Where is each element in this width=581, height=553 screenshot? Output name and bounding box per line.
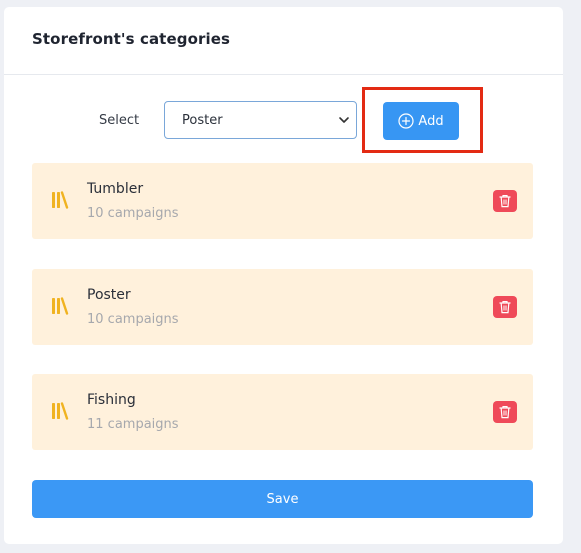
plus-circle-icon — [398, 113, 415, 129]
page-title: Storefront's categories — [32, 29, 231, 48]
delete-button[interactable] — [493, 401, 517, 423]
category-count: 11 campaigns — [87, 417, 179, 432]
category-name: Poster — [87, 287, 131, 303]
category-name: Fishing — [87, 392, 136, 408]
card-header: Storefront's categories — [4, 7, 563, 75]
delete-button[interactable] — [493, 296, 517, 318]
save-button[interactable]: Save — [32, 480, 533, 518]
category-count: 10 campaigns — [87, 312, 179, 327]
category-select[interactable]: Poster — [164, 101, 357, 139]
trash-icon — [499, 301, 511, 314]
delete-button[interactable] — [493, 190, 517, 212]
add-button[interactable]: Add — [383, 102, 459, 140]
categories-card: Storefront's categories Select Poster Ad… — [4, 7, 563, 544]
add-button-label: Add — [418, 113, 444, 129]
category-row: Fishing 11 campaigns — [32, 374, 533, 450]
books-icon — [52, 191, 69, 209]
books-icon — [52, 297, 69, 315]
books-icon — [52, 402, 69, 420]
select-label: Select — [99, 113, 140, 128]
category-count: 10 campaigns — [87, 206, 179, 221]
category-select-value: Poster — [182, 112, 223, 128]
category-name: Tumbler — [87, 181, 144, 197]
trash-icon — [499, 195, 511, 208]
trash-icon — [499, 406, 511, 419]
chevron-down-icon — [339, 117, 349, 123]
category-row: Tumbler 10 campaigns — [32, 163, 533, 239]
category-row: Poster 10 campaigns — [32, 269, 533, 345]
